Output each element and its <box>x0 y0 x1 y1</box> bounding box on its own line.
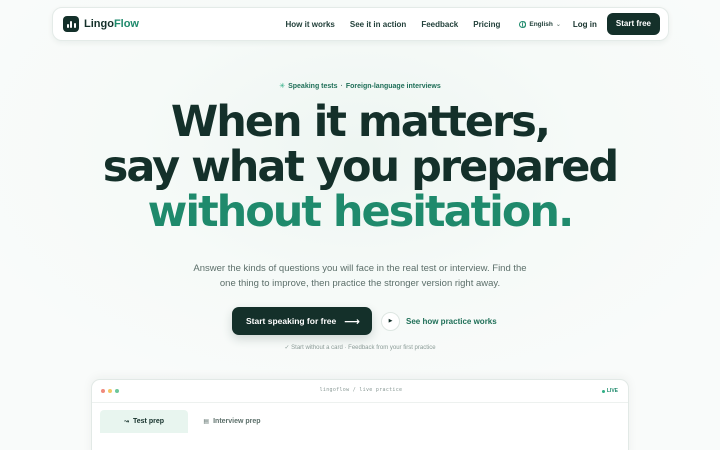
tab-interview-prep-label: Interview prep <box>213 418 261 425</box>
live-practice-preview: lingoflow / live practice LIVE ↝ Test pr… <box>91 379 629 450</box>
window-title: lingoflow / live practice <box>319 387 403 393</box>
login-link[interactable]: Log in <box>573 20 597 29</box>
window-icon: ▤ <box>203 419 210 425</box>
hero-eyebrow: ✳ Speaking tests · Foreign-language intervi… <box>0 82 720 90</box>
sparkle-icon: ✳ <box>279 83 286 90</box>
cta-row: Start speaking for free ⟶ ▶ See how prac… <box>232 307 497 335</box>
preview-tabs: ↝ Test prep ▤ Interview prep <box>92 403 628 433</box>
start-speaking-button[interactable]: Start speaking for free ⟶ <box>232 307 372 335</box>
chevron-down-icon: ⌄ <box>555 21 561 28</box>
eyebrow-speaking-tests: Speaking tests <box>288 83 338 90</box>
play-icon: ▶ <box>381 311 400 331</box>
headline-line-1: When it matters, <box>170 97 551 147</box>
start-speaking-label: Start speaking for free <box>246 316 337 326</box>
arrow-right-icon: ⟶ <box>344 315 360 328</box>
language-selector[interactable]: English ⌄ <box>519 20 561 28</box>
nav-link-feedback[interactable]: Feedback <box>421 20 458 29</box>
arrow-icon: ↝ <box>123 419 130 425</box>
nav-link-pricing[interactable]: Pricing <box>473 20 500 29</box>
start-free-button[interactable]: Start free <box>606 13 660 35</box>
globe-icon <box>519 20 527 28</box>
hero-headline: When it matters, say what you prepared w… <box>0 100 720 235</box>
logo-icon <box>63 16 79 32</box>
live-dot-icon <box>601 389 605 393</box>
see-how-practice-works-link[interactable]: ▶ See how practice works <box>381 311 497 331</box>
live-label: LIVE <box>606 388 618 394</box>
language-label: English <box>529 20 553 28</box>
logo[interactable]: LingoFlow <box>63 16 139 32</box>
logo-text: LingoFlow <box>84 18 139 30</box>
nav-link-see-it-in-action[interactable]: See it in action <box>350 20 406 29</box>
cta-note: ✓ Start without a card · Feedback from y… <box>284 345 436 351</box>
top-navbar: LingoFlow How it works See it in action … <box>52 7 669 41</box>
eyebrow-separator: · <box>340 83 343 90</box>
nav-link-how-it-works[interactable]: How it works <box>286 20 335 29</box>
tab-test-prep-label: Test prep <box>133 418 165 425</box>
headline-line-3: without hesitation. <box>147 187 575 237</box>
preview-titlebar: lingoflow / live practice LIVE <box>92 380 628 403</box>
live-badge: LIVE <box>601 388 618 394</box>
hero-subtext: Answer the kinds of questions you will f… <box>193 263 527 289</box>
tab-test-prep[interactable]: ↝ Test prep <box>100 410 188 433</box>
see-how-label: See how practice works <box>406 316 497 326</box>
eyebrow-interviews: Foreign-language interviews <box>345 83 441 90</box>
headline-line-2: say what you prepared <box>102 142 619 192</box>
nav-links: How it works See it in action Feedback P… <box>286 20 501 29</box>
tab-interview-prep[interactable]: ▤ Interview prep <box>188 410 276 433</box>
